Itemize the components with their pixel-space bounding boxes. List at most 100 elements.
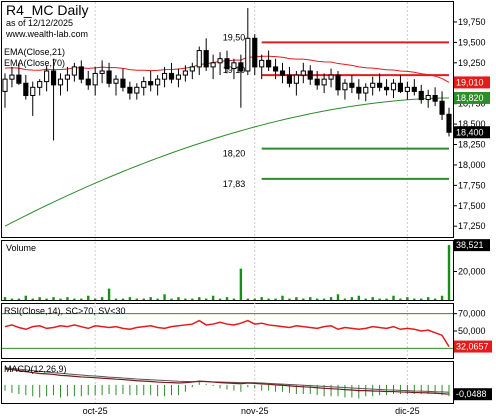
price-y-tick-label: 19,250 (458, 58, 486, 68)
site-name: www.wealth-lab.com (5, 29, 88, 39)
candle-body (432, 94, 438, 102)
volume-bar (309, 297, 312, 300)
volume-bar (100, 297, 104, 300)
volume-bar (281, 295, 284, 300)
price-y-tick-label: 17,750 (458, 180, 486, 190)
candle-body (439, 100, 445, 115)
volume-bar (413, 298, 416, 300)
volume-bar (406, 297, 409, 300)
volume-last-label: 38,521 (456, 240, 484, 250)
volume-bar (371, 297, 374, 300)
volume-bar (253, 298, 256, 300)
candle-body (321, 78, 327, 86)
candle-body (44, 70, 50, 83)
candle-body (57, 78, 64, 86)
candle-body (210, 62, 216, 68)
volume-bar (385, 298, 388, 300)
candle-body (16, 74, 22, 84)
macd-panel-title: MACD(12,26,9) (4, 364, 67, 374)
volume-bar (135, 298, 139, 300)
candle-body (425, 94, 431, 101)
candle-body (2, 78, 8, 92)
candle-body (245, 37, 251, 72)
legend-ema70: EMA(Close,70) (4, 58, 65, 68)
value-tag-label: 18,400 (456, 127, 484, 137)
chart-window: 19,50 19,10 18,20 17,83 19,750 19,500 19,250 1… (0, 0, 496, 420)
candle-body (50, 70, 57, 86)
candle-body (113, 78, 119, 84)
x-axis-label: dic-25 (395, 406, 420, 416)
price-y-tick-label: 18,250 (458, 140, 486, 150)
volume-bar (170, 298, 173, 300)
candle-body (71, 66, 77, 76)
stock-chart-svg: 19,5019,1018,2017,83 19,75019,50019,2501… (1, 1, 492, 416)
volume-bar (447, 245, 451, 300)
volume-bar (433, 298, 437, 300)
candle-body (182, 70, 188, 76)
candle-body (390, 82, 397, 91)
volume-bar (107, 288, 111, 300)
candle-body (238, 62, 244, 72)
price-y-tick-label: 19,750 (458, 17, 486, 27)
candle-body (23, 82, 29, 96)
candle-body (161, 72, 168, 80)
candle-body (370, 82, 376, 88)
candle-body (300, 70, 306, 76)
candle-body (418, 90, 424, 101)
candle-body (259, 59, 265, 68)
candle-body (9, 74, 15, 80)
volume-panel-frame (1, 240, 454, 301)
value-tag-label: 19,010 (456, 77, 484, 87)
volume-bar (378, 298, 381, 300)
volume-bar (440, 295, 444, 300)
volume-bar (218, 298, 222, 300)
volume-bar (260, 297, 263, 300)
candle-body (349, 82, 355, 88)
x-axis-labels: oct-25 nov-25 dic-25 (83, 406, 420, 416)
candle-body (134, 86, 140, 94)
volume-bar (59, 298, 62, 300)
volume-bar (232, 298, 236, 300)
volume-bar (350, 297, 354, 300)
candle-body (328, 74, 334, 80)
volume-bar (3, 297, 7, 300)
volume-bar (315, 298, 319, 300)
candle-body (342, 82, 348, 91)
candle-body (231, 62, 237, 70)
volume-bar (24, 295, 28, 300)
volume-bar (426, 297, 430, 300)
resistance-level-label: 19,50 (223, 32, 246, 42)
candle-body (155, 78, 161, 86)
rsi-y-tick-label: 50,000 (458, 326, 486, 336)
support-level-label: 17,83 (223, 179, 246, 189)
candle-body (148, 81, 154, 86)
candle-body (252, 37, 258, 68)
candle-body (141, 81, 147, 88)
volume-y-tick-label: 20,000 (458, 267, 486, 277)
candle-body (397, 82, 404, 92)
candle-body (286, 74, 293, 84)
volume-bar (66, 297, 69, 300)
candle-body (168, 72, 175, 80)
volume-bar (191, 298, 194, 300)
candle-body (266, 59, 272, 68)
x-axis-label: nov-25 (241, 406, 269, 416)
volume-bar (288, 298, 291, 300)
candle-body (30, 86, 36, 96)
volume-bar (45, 298, 48, 300)
value-tag-label: 18,820 (456, 93, 484, 103)
macd-last-label: -0,0488 (456, 389, 487, 399)
volume-bar (302, 298, 305, 300)
chart-title: R4_MC Daily (6, 2, 88, 18)
support-level-label: 18,20 (223, 149, 246, 159)
candle-body (127, 86, 133, 94)
volume-bar (149, 297, 152, 300)
candle-body (175, 74, 182, 80)
candle-body (314, 78, 320, 86)
volume-bar (336, 294, 340, 300)
volume-bar (343, 298, 347, 300)
rsi-last-label: 32,0657 (456, 342, 489, 352)
volume-bar (204, 298, 208, 300)
volume-bar (392, 295, 395, 300)
candle-body (85, 78, 91, 86)
